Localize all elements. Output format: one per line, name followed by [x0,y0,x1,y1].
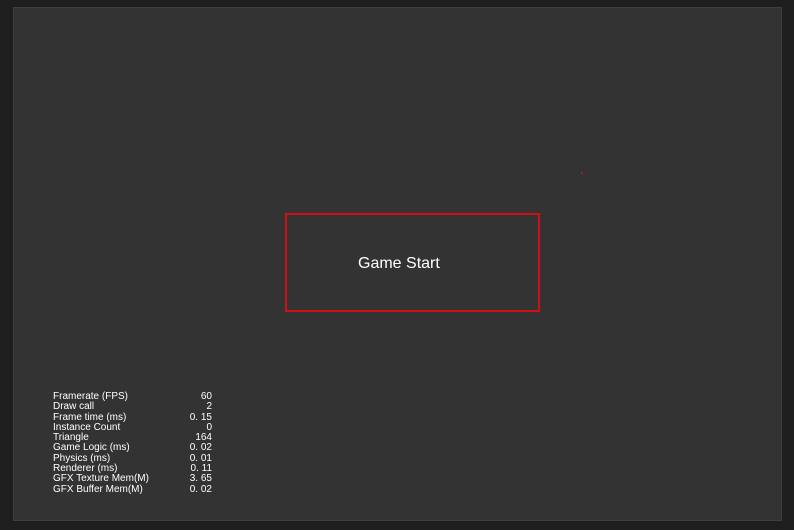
debug-stats-panel: Framerate (FPS) 60 Draw call 2 Frame tim… [53,391,213,495]
stat-value: 0. 02 [189,483,212,495]
game-window: Game Start Framerate (FPS) 60 Draw call … [0,0,794,530]
stat-label: GFX Buffer Mem(M) [53,483,143,495]
game-start-label: Game Start [358,255,440,272]
game-canvas[interactable]: Game Start Framerate (FPS) 60 Draw call … [13,7,782,521]
stat-row-gfx-buffer-mem: GFX Buffer Mem(M) 0. 02 [53,483,213,495]
game-start-button[interactable]: Game Start [285,213,540,312]
red-marker-dot [581,172,583,174]
